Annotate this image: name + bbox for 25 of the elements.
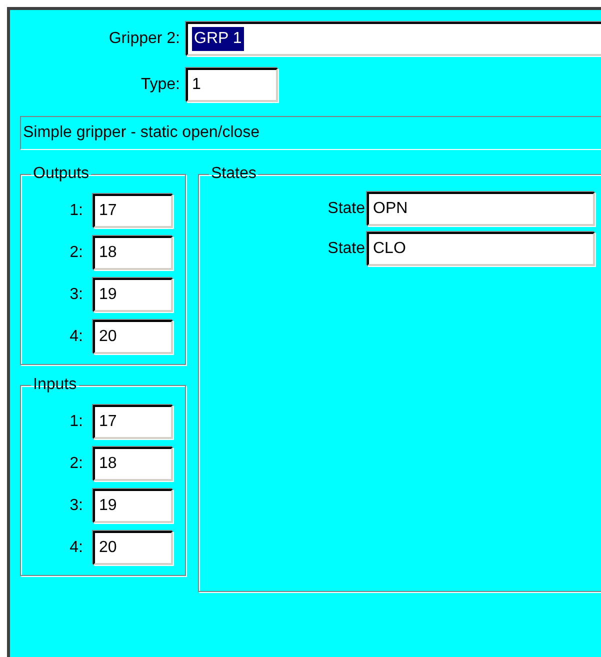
state-field[interactable]: CLO — [367, 232, 595, 266]
pin-label: 1: — [68, 201, 84, 221]
pin-label: 4: — [68, 538, 84, 558]
pin-field[interactable]: 17 — [93, 194, 173, 228]
pin-label: 3: — [68, 285, 84, 305]
type-field[interactable]: 1 — [186, 68, 278, 102]
pin-field[interactable]: 17 — [93, 405, 173, 439]
state-field[interactable]: OPN — [367, 192, 595, 226]
pin-field[interactable]: 19 — [93, 489, 173, 523]
pin-field[interactable]: 20 — [93, 531, 173, 565]
pin-label: 1: — [68, 412, 84, 432]
pin-label: 2: — [68, 243, 84, 263]
pin-label: 4: — [68, 327, 84, 347]
gripper-field[interactable]: GRP 1 — [186, 22, 601, 56]
description-bar: Simple gripper - static open/close — [20, 116, 601, 150]
pin-label: 3: — [68, 496, 84, 516]
pin-field[interactable]: 18 — [93, 236, 173, 270]
gripper-label: Gripper 2: — [108, 29, 181, 49]
pin-field[interactable]: 18 — [93, 447, 173, 481]
state-label: State — [326, 239, 366, 259]
pin-field[interactable]: 19 — [93, 278, 173, 312]
state-label: State — [326, 199, 366, 219]
pin-label: 2: — [68, 454, 84, 474]
type-label: Type: — [140, 75, 181, 95]
pin-field[interactable]: 20 — [93, 320, 173, 354]
